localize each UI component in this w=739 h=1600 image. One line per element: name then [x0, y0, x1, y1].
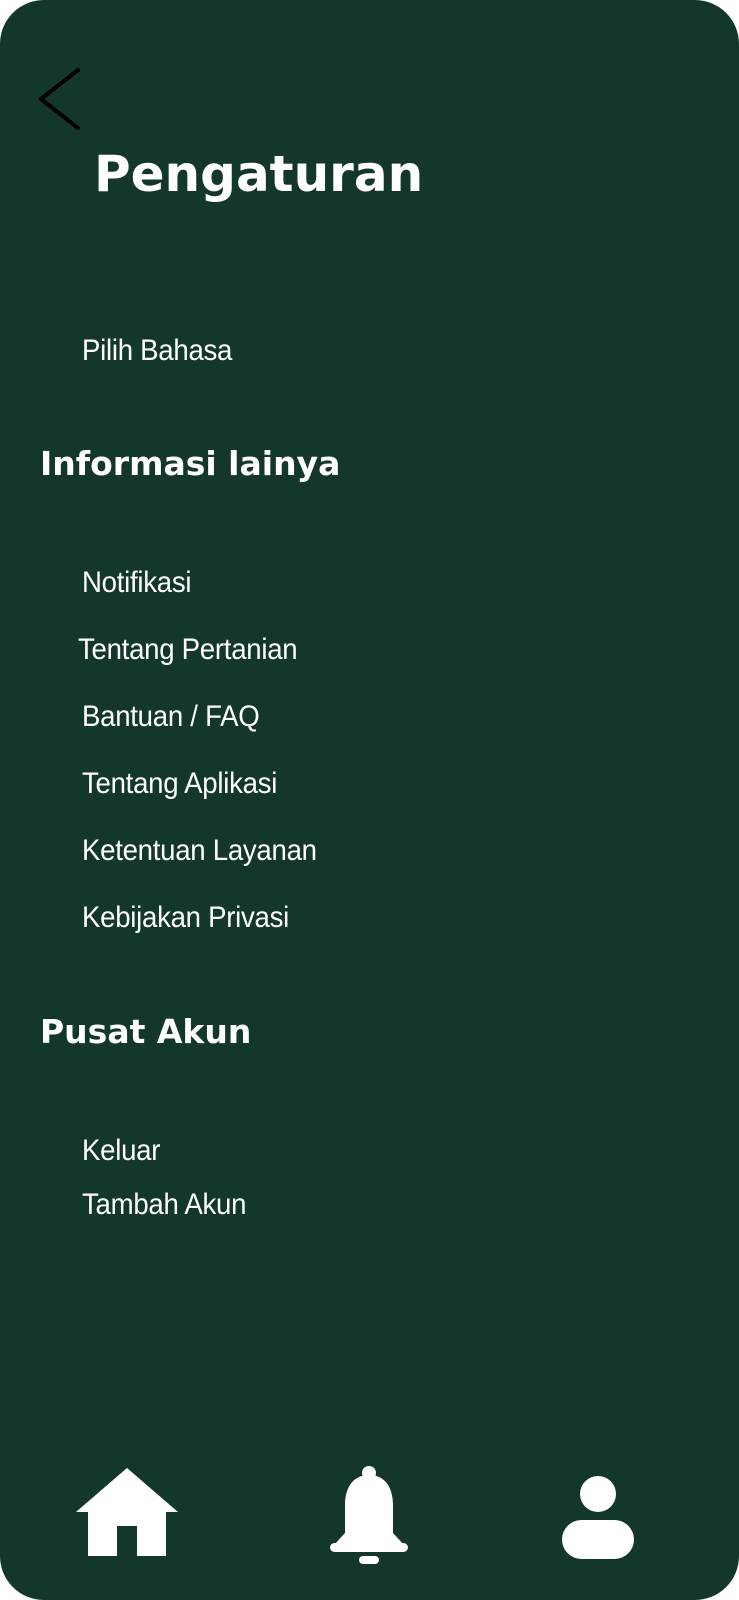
menu-item-kebijakan-privasi[interactable]: Kebijakan Privasi: [82, 898, 289, 938]
bell-icon: [330, 1466, 408, 1564]
menu-item-tentang-aplikasi[interactable]: Tentang Aplikasi: [82, 764, 277, 804]
home-icon: [76, 1468, 178, 1556]
section-heading-pusat-akun: Pusat Akun: [40, 1012, 252, 1051]
menu-item-keluar[interactable]: Keluar: [82, 1131, 160, 1171]
menu-item-tentang-pertanian[interactable]: Tentang Pertanian: [78, 630, 298, 670]
nav-profile-button[interactable]: [562, 1475, 634, 1560]
bottom-nav: [0, 1445, 739, 1565]
user-icon: [562, 1476, 634, 1559]
section-heading-informasi: Informasi lainya: [40, 444, 341, 483]
menu-item-ketentuan-layanan[interactable]: Ketentuan Layanan: [82, 831, 317, 871]
chevron-left-icon: [39, 68, 80, 130]
menu-item-tambah-akun[interactable]: Tambah Akun: [82, 1185, 246, 1225]
menu-item-notifikasi[interactable]: Notifikasi: [82, 563, 191, 603]
settings-screen: Pengaturan Pilih Bahasa Informasi lainya…: [0, 0, 739, 1600]
menu-item-pilih-bahasa[interactable]: Pilih Bahasa: [82, 331, 232, 371]
back-button[interactable]: [30, 64, 90, 134]
nav-notifications-button[interactable]: [330, 1465, 408, 1565]
nav-home-button[interactable]: [76, 1468, 178, 1556]
page-title: Pengaturan: [94, 145, 424, 203]
menu-item-bantuan-faq[interactable]: Bantuan / FAQ: [82, 697, 260, 737]
